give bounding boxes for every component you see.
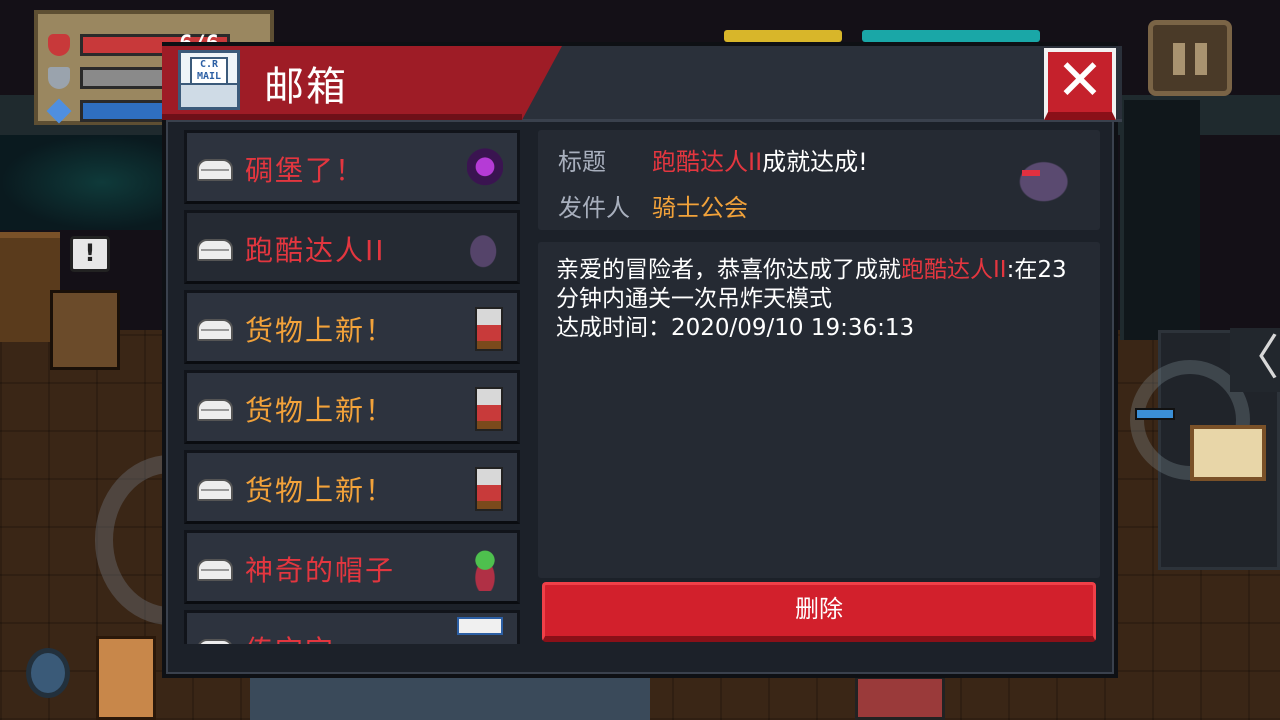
mail-item-label: 跑酷达人II	[245, 234, 386, 267]
mail-icon: C.R MAIL	[178, 50, 240, 110]
pause-button[interactable]	[1148, 20, 1232, 96]
envelope-icon	[197, 639, 233, 644]
mail-item-label: 货物上新！	[245, 474, 396, 507]
delete-button[interactable]: 删除	[542, 582, 1096, 642]
mail-list-item[interactable]: 碉堡了！	[184, 130, 520, 204]
envelope-icon	[197, 559, 233, 581]
monster-icon	[1014, 152, 1080, 206]
mail-list-item[interactable]: 货物上新！	[184, 450, 520, 524]
mail-list-item[interactable]: 货物上新！	[184, 290, 520, 364]
close-button[interactable]: ✕	[1044, 48, 1116, 120]
envelope-icon	[197, 319, 233, 341]
merchant-icon	[475, 467, 503, 511]
merchant-icon	[475, 387, 503, 431]
weapon-icon	[1135, 408, 1175, 420]
mail-item-label: 传宝宝	[245, 629, 335, 644]
mail-item-label: 货物上新！	[245, 314, 396, 347]
hat-icon	[467, 547, 503, 591]
envelope-icon	[197, 159, 233, 181]
mail-title: 跑酷达人II成就达成!	[652, 148, 868, 176]
purple-icon	[467, 147, 503, 191]
achieved-time: 达成时间：2020/09/10 19:36:13	[556, 315, 915, 341]
energy-icon	[46, 98, 72, 124]
mail-list-item[interactable]: 传宝宝	[184, 610, 520, 644]
player-character	[855, 676, 945, 720]
dialog-title: 邮箱	[264, 64, 348, 110]
top-status-bar	[862, 30, 1040, 42]
sender-key: 发件人	[558, 194, 630, 222]
heart-icon	[48, 34, 70, 56]
mail-body: 亲爱的冒险者，恭喜你达成了成就跑酷达人II:在23分钟内通关一次吊炸天模式 达成…	[538, 242, 1100, 578]
scroll-icon	[1190, 425, 1266, 481]
shield-icon	[48, 67, 70, 89]
mail-detail-header: 标题 跑酷达人II成就达成! 发件人 骑士公会	[538, 130, 1100, 230]
envelope-icon	[197, 239, 233, 261]
mail-list-item[interactable]: 货物上新！	[184, 370, 520, 444]
background-room	[1120, 100, 1200, 340]
title-key: 标题	[558, 148, 606, 176]
title-banner: C.R MAIL 邮箱	[162, 42, 562, 120]
envelope-icon	[197, 479, 233, 501]
top-status-bar	[724, 30, 842, 42]
mail-list-item[interactable]: 神奇的帽子	[184, 530, 520, 604]
mail-list-item[interactable]: 跑酷达人II	[184, 210, 520, 284]
envelope-icon	[197, 399, 233, 421]
mail-item-label: 货物上新！	[245, 394, 396, 427]
mail-item-label: 碉堡了！	[245, 154, 366, 187]
background-portal	[0, 135, 170, 230]
card-icon	[457, 617, 503, 635]
background-machine	[250, 672, 650, 720]
npc-cowboy[interactable]	[50, 290, 120, 370]
mail-sender: 骑士公会	[652, 194, 748, 222]
mailbox-dialog: C.R MAIL 邮箱 ✕ 碉堡了！ 跑酷达人II 货物上新！ 货物上新！ 货物上新！ 神…	[162, 42, 1122, 678]
game-screen: ! 6/6 6/ 200/ 〈 C.R MAIL 邮箱 ✕ 碉堡了！跑酷达人II…	[0, 0, 1280, 720]
exclamation-icon: !	[70, 236, 110, 272]
mail-list: 碉堡了！ 跑酷达人II 货物上新！ 货物上新！ 货物上新！ 神奇的帽子传宝宝	[184, 130, 524, 644]
chevron-left-icon[interactable]: 〈	[1230, 328, 1280, 392]
pet-dog	[96, 636, 156, 720]
merchant-icon	[475, 307, 503, 351]
monster-icon	[467, 227, 503, 271]
barrel-icon	[26, 648, 70, 698]
mail-item-label: 神奇的帽子	[245, 554, 396, 587]
